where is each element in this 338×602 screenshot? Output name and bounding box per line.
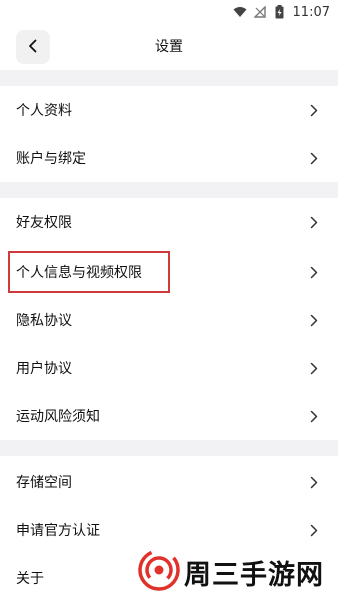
settings-item-storage[interactable]: 存储空间 bbox=[0, 458, 338, 506]
settings-item-account-binding[interactable]: 账户与绑定 bbox=[0, 134, 338, 182]
back-button[interactable] bbox=[16, 30, 50, 64]
chevron-right-icon bbox=[308, 475, 320, 489]
settings-item-label: 好友权限 bbox=[16, 215, 72, 231]
watermark: 周三手游网 bbox=[138, 548, 324, 596]
settings-item-label: 账户与绑定 bbox=[16, 151, 86, 167]
no-signal-icon bbox=[253, 5, 267, 19]
settings-item-label: 隐私协议 bbox=[16, 313, 72, 329]
highlight-box bbox=[8, 251, 170, 293]
section-divider bbox=[0, 182, 338, 198]
chevron-right-icon bbox=[308, 215, 320, 229]
settings-item-label: 运动风险须知 bbox=[16, 409, 100, 425]
battery-icon bbox=[273, 5, 287, 19]
settings-item-exercise-risk-notice[interactable]: 运动风险须知 bbox=[0, 392, 338, 440]
settings-item-label: 存储空间 bbox=[16, 475, 72, 491]
chevron-left-icon bbox=[28, 38, 38, 57]
status-bar: 11:07 bbox=[0, 0, 338, 24]
settings-item-label: 个人资料 bbox=[16, 103, 72, 119]
chevron-right-icon bbox=[308, 409, 320, 423]
settings-item-privacy-agreement[interactable]: 隐私协议 bbox=[0, 296, 338, 344]
chevron-right-icon bbox=[308, 103, 320, 117]
chevron-right-icon bbox=[308, 151, 320, 165]
settings-item-user-agreement[interactable]: 用户协议 bbox=[0, 344, 338, 392]
chevron-right-icon bbox=[308, 361, 320, 375]
settings-item-friend-permissions[interactable]: 好友权限 bbox=[0, 198, 338, 246]
wifi-icon bbox=[233, 5, 247, 19]
chevron-right-icon bbox=[308, 313, 320, 327]
settings-item-official-verification[interactable]: 申请官方认证 bbox=[0, 506, 338, 554]
section-divider bbox=[0, 440, 338, 456]
settings-item-label: 申请官方认证 bbox=[16, 523, 100, 539]
swirl-logo-icon bbox=[138, 549, 180, 595]
chevron-right-icon bbox=[308, 265, 320, 279]
header: 设置 bbox=[0, 24, 338, 70]
section-divider bbox=[0, 70, 338, 86]
watermark-text: 周三手游网 bbox=[184, 559, 324, 591]
settings-item-profile[interactable]: 个人资料 bbox=[0, 86, 338, 134]
page-title: 设置 bbox=[155, 39, 183, 55]
settings-item-label: 用户协议 bbox=[16, 361, 72, 377]
chevron-right-icon bbox=[308, 523, 320, 537]
status-time: 11:07 bbox=[292, 4, 330, 20]
